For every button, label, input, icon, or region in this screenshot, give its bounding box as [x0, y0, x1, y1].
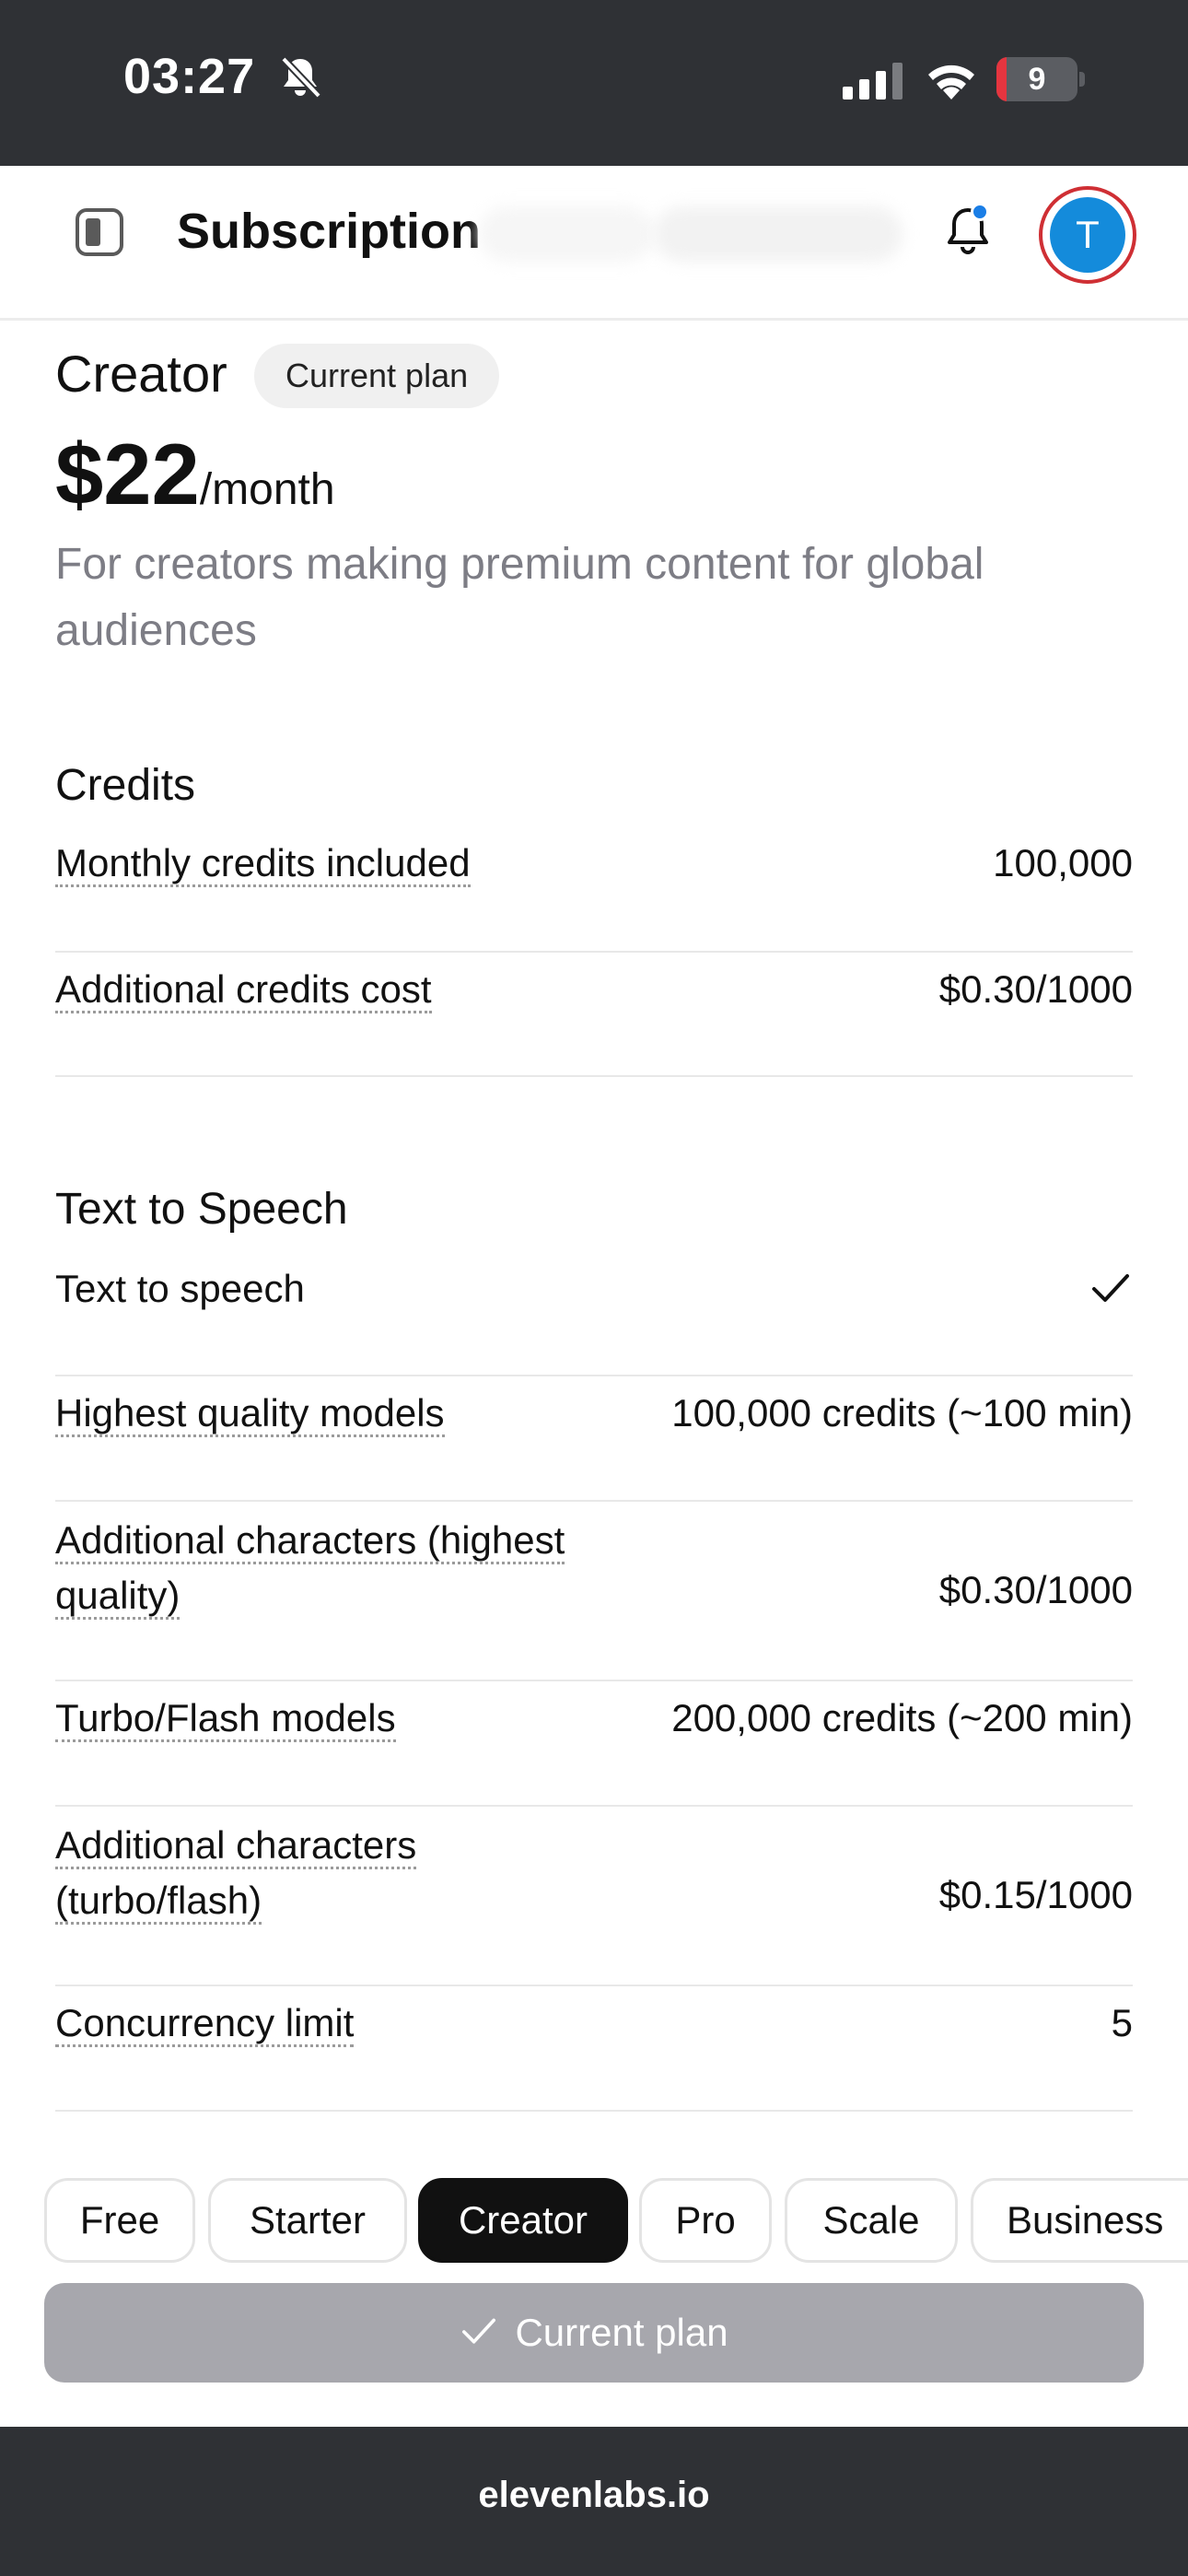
price-amount: $22: [55, 426, 200, 522]
current-plan-button-label: Current plan: [515, 2311, 728, 2354]
plan-tab-scale[interactable]: Scale: [785, 2178, 958, 2263]
app-header: Subscription T: [0, 166, 1188, 321]
plan-price: $22/month: [55, 425, 335, 524]
row-label[interactable]: Monthly credits included: [55, 836, 471, 891]
current-plan-button[interactable]: Current plan: [44, 2283, 1144, 2383]
status-time: 03:27: [123, 49, 256, 104]
table-row: Concurrency limit 5: [55, 1986, 1133, 2112]
page-title: Subscription: [177, 204, 482, 259]
plan-tab-business[interactable]: Business: [971, 2178, 1188, 2263]
battery-indicator: 9: [996, 57, 1085, 101]
table-row: Additional characters (turbo/flash) $0.15…: [55, 1807, 1133, 1986]
avatar: T: [1050, 197, 1125, 273]
table-row: Additional characters (highest quality) $…: [55, 1502, 1133, 1681]
status-bar: 03:27 9: [0, 0, 1188, 166]
row-value: 200,000 credits (~200 min): [671, 1696, 1133, 1739]
row-value: $0.30/1000: [938, 967, 1133, 1011]
bell-off-icon: [281, 56, 321, 99]
checkmark-icon: [1092, 1274, 1129, 1302]
wifi-icon: [928, 64, 974, 100]
blurred-element: [654, 206, 903, 262]
current-plan-badge: Current plan: [254, 344, 500, 408]
section-title-tts: Text to Speech: [55, 1185, 348, 1234]
row-value: 100,000 credits (~100 min): [671, 1391, 1133, 1434]
avatar-button[interactable]: T: [1039, 186, 1136, 284]
battery-percent: 9: [1028, 62, 1046, 97]
table-row: Turbo/Flash models 200,000 credits (~200…: [55, 1681, 1133, 1807]
row-value: 100,000: [993, 841, 1133, 884]
plan-tab-starter[interactable]: Starter: [208, 2178, 407, 2263]
row-label[interactable]: Highest quality models: [55, 1386, 445, 1441]
table-row: Additional credits cost $0.30/1000: [55, 953, 1133, 1077]
section-title-credits: Credits: [55, 761, 196, 810]
blurred-element: [479, 206, 654, 262]
plan-tab-creator[interactable]: Creator: [418, 2178, 628, 2263]
plan-details: Creator Current plan $22/month For creat…: [0, 323, 1188, 2148]
row-value: $0.15/1000: [938, 1873, 1133, 1916]
plan-description: For creators making premium content for …: [55, 540, 984, 655]
checkmark-icon: [462, 2318, 496, 2344]
plan-name: Creator: [55, 345, 227, 403]
row-label[interactable]: Additional characters (turbo/flash): [55, 1818, 417, 1928]
table-row: Text to speech: [55, 1252, 1133, 1376]
row-label: Text to speech: [55, 1267, 305, 1310]
row-label[interactable]: Turbo/Flash models: [55, 1691, 396, 1746]
browser-address-bar[interactable]: elevenlabs.io: [0, 2427, 1188, 2576]
row-value: $0.30/1000: [938, 1568, 1133, 1611]
sidebar-toggle-icon[interactable]: [76, 208, 123, 256]
row-value: 5: [1111, 2001, 1133, 2044]
plan-selector-panel: Free Starter Creator Pro Scale Business …: [0, 2149, 1188, 2427]
signal-icon: [843, 63, 903, 100]
table-row: Monthly credits included 100,000: [55, 826, 1133, 953]
notification-dot: [971, 203, 989, 221]
row-label[interactable]: Concurrency limit: [55, 1996, 355, 2051]
row-label[interactable]: Additional credits cost: [55, 962, 432, 1017]
browser-domain: elevenlabs.io: [478, 2475, 710, 2515]
price-period: /month: [199, 465, 335, 514]
plan-tab-pro[interactable]: Pro: [639, 2178, 772, 2263]
plan-tab-free[interactable]: Free: [44, 2178, 195, 2263]
table-row: Highest quality models 100,000 credits (…: [55, 1376, 1133, 1502]
row-label[interactable]: Additional characters (highest quality): [55, 1513, 565, 1623]
